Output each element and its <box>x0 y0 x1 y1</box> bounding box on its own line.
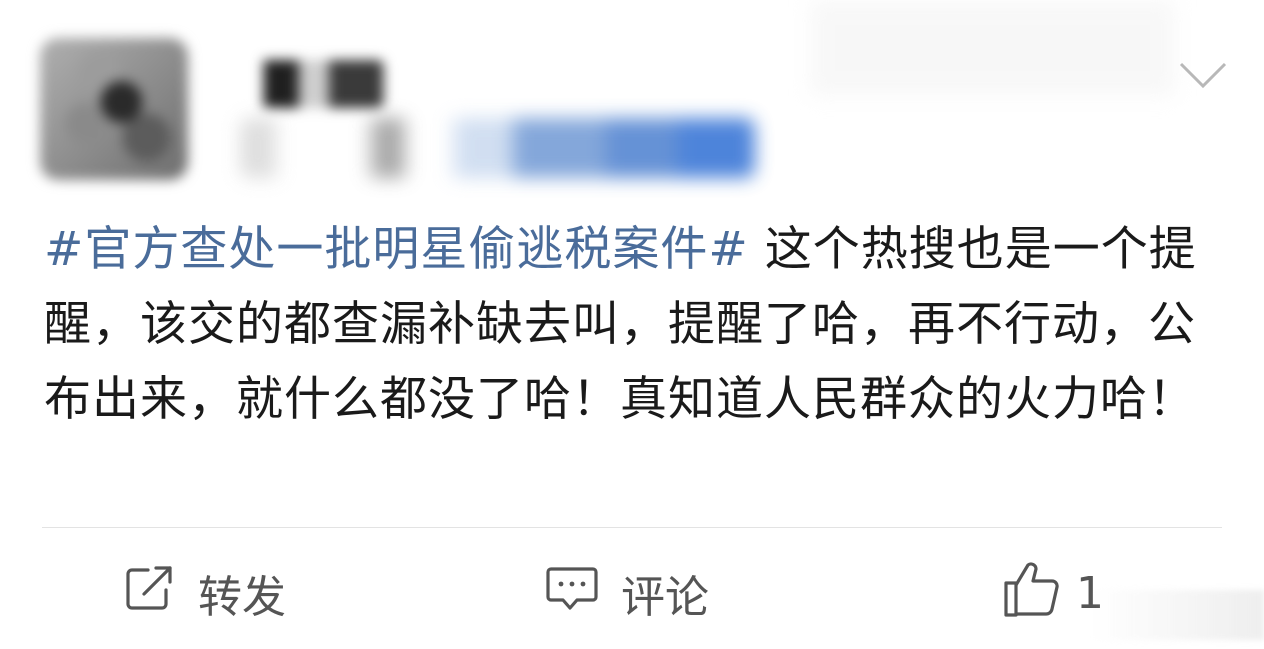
divider <box>42 527 1222 528</box>
header-right-blurred <box>810 0 1175 96</box>
post-header <box>0 0 1264 200</box>
username-blurred[interactable] <box>235 60 385 108</box>
comment-label: 评论 <box>621 572 709 623</box>
blurred-overlay <box>1090 590 1264 640</box>
like-button[interactable]: 1 <box>1000 558 1104 628</box>
chevron-down-icon[interactable] <box>1178 56 1228 96</box>
comment-bubble-icon <box>545 563 599 624</box>
comment-button[interactable]: 评论 <box>545 558 709 628</box>
forward-button[interactable]: 转发 <box>124 558 286 628</box>
avatar[interactable] <box>40 38 188 180</box>
thumbs-up-icon <box>1000 557 1062 630</box>
share-edit-icon <box>124 564 176 623</box>
post-meta-blurred <box>240 118 755 178</box>
forward-label: 转发 <box>198 572 286 623</box>
post-content: #官方查处一批明星偷逃税案件# 这个热搜也是一个提醒，该交的都查漏补缺去叫，提醒… <box>44 212 1224 437</box>
hashtag-link[interactable]: #官方查处一批明星偷逃税案件# <box>44 222 749 277</box>
